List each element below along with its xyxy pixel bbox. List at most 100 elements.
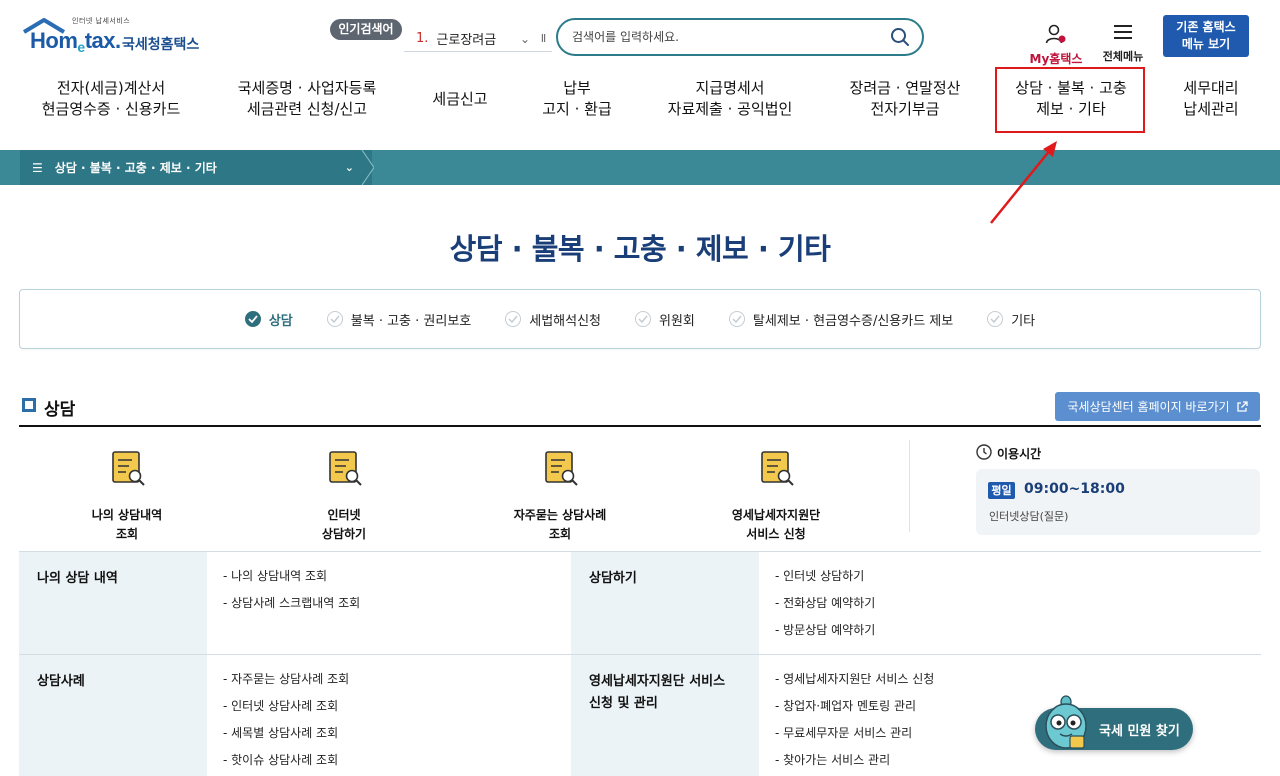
gnb-line2: 자료제출 · 공익법인 [667, 100, 793, 118]
check-circle-icon [635, 311, 652, 327]
gnb-certificate[interactable]: 국세증명 · 사업자등록 세금관련 신청/신고 [222, 78, 392, 134]
gnb-tax-agent[interactable]: 세무대리 납세관리 [1170, 78, 1252, 134]
tab-label: 불복 · 고충 · 권리보호 [350, 313, 472, 329]
clock-icon [976, 444, 992, 460]
section-divider [19, 425, 1261, 427]
link-faq-cases[interactable]: - 자주묻는 상담사례 조회 [223, 666, 571, 693]
link-visiting-service-manage[interactable]: - 찾아가는 서비스 관리 [775, 747, 1261, 774]
link-phone-reservation[interactable]: - 전화상담 예약하기 [775, 590, 1261, 617]
gnb-incentives[interactable]: 장려금 · 연말정산 전자기부금 [832, 78, 978, 134]
user-icon [1045, 24, 1066, 44]
section-title: 상담 [44, 400, 76, 420]
external-link-icon [1236, 400, 1248, 412]
gnb-statements[interactable]: 지급명세서 자료제출 · 공익법인 [655, 78, 805, 134]
hours-subtitle: 인터넷상담(질문) [989, 510, 1069, 523]
table-head-small-taxpayer: 영세납세자지원단 서비스 신청 및 관리 [571, 655, 759, 776]
quick-line1: 영세납세자지원단 [731, 508, 821, 522]
chevron-down-icon[interactable]: ⌄ [516, 32, 534, 46]
table-cell-cases: - 자주묻는 상담사례 조회 - 인터넷 상담사례 조회 - 세목별 상담사례 … [207, 655, 571, 776]
consult-center-link-label: 국세상담센터 홈페이지 바로가기 [1067, 400, 1230, 414]
link-tax-item-cases[interactable]: - 세목별 상담사례 조회 [223, 720, 571, 747]
search-input[interactable] [572, 30, 890, 44]
popular-search-word[interactable]: 근로장려금 [436, 29, 516, 48]
my-hometax-label: My홈택스 [1029, 52, 1083, 66]
check-circle-icon [326, 311, 343, 327]
document-search-icon [112, 451, 145, 486]
tab-label: 세법해석신청 [529, 313, 602, 329]
gnb-line2: 현금영수증 · 신용카드 [41, 100, 181, 118]
link-internet-cases[interactable]: - 인터넷 상담사례 조회 [223, 693, 571, 720]
highlight-box [995, 67, 1145, 133]
all-menu-button[interactable]: 전체메뉴 [1098, 24, 1148, 64]
hours-time: 09:00~18:00 [1024, 481, 1125, 497]
search-bar [556, 18, 924, 56]
my-hometax-button[interactable]: My홈택스 [1026, 24, 1086, 66]
gnb-tax-return[interactable]: 세금신고 [410, 89, 510, 145]
breadcrumb-label: 상담 · 불복 · 고충 · 제보 · 기타 [54, 161, 217, 175]
document-search-icon [545, 451, 578, 486]
link-internet-consult[interactable]: - 인터넷 상담하기 [775, 563, 1261, 590]
tab-label: 위원회 [659, 313, 695, 329]
category-tabs: 상담 불복 · 고충 · 권리보호 세법해석신청 위원회 탈세제보 · 현금영수… [19, 289, 1261, 349]
quick-line1: 나의 상담내역 [91, 508, 163, 522]
quick-line2: 서비스 신청 [746, 527, 806, 541]
quick-internet-consult[interactable]: 인터넷상담하기 [274, 446, 414, 544]
old-hometax-line1: 기존 홈택스 [1176, 20, 1236, 34]
gnb-payment[interactable]: 납부 고지 · 환급 [527, 78, 627, 134]
tab-label: 기타 [1011, 313, 1036, 329]
quick-line2: 상담하기 [321, 527, 367, 541]
gnb-line1: 세무대리 [1183, 79, 1239, 97]
quick-line1: 자주묻는 상담사례 [513, 508, 607, 522]
annotation-arrow-icon [990, 141, 1057, 224]
quick-line1: 인터넷 [327, 508, 361, 522]
gnb-line1: 장려금 · 연말정산 [849, 79, 961, 97]
page-title: 상담 · 불복 · 고충 · 제보 · 기타 [449, 232, 831, 266]
popular-rank-number: 1. [416, 31, 429, 46]
link-support-apply[interactable]: - 영세납세자지원단 서비스 신청 [775, 666, 1261, 693]
quick-faq-cases[interactable]: 자주묻는 상담사례조회 [490, 446, 630, 544]
consult-center-link-button[interactable]: 국세상담센터 홈페이지 바로가기 [1055, 392, 1260, 421]
tab-committee[interactable]: 위원회 [635, 310, 695, 329]
breadcrumb-divider-icon [360, 150, 374, 185]
gnb-line2: 전자기부금 [870, 100, 940, 118]
search-icon[interactable] [890, 27, 910, 47]
mascot-icon[interactable] [1040, 694, 1096, 752]
table-head-cases: 상담사례 [19, 655, 207, 776]
table-head-consult: 상담하기 [571, 552, 759, 654]
breadcrumb[interactable]: ☰ 상담 · 불복 · 고충 · 제보 · 기타 ⌄ [20, 150, 372, 185]
quick-my-consult-history[interactable]: 나의 상담내역 조회 [57, 446, 197, 544]
tab-tax-interpretation[interactable]: 세법해석신청 [505, 310, 601, 329]
vertical-divider [909, 440, 910, 532]
quick-line2: 조회 [548, 527, 572, 541]
tab-consultation[interactable]: 상담 [244, 310, 293, 329]
gnb-line1: 전자(세금)계산서 [56, 79, 166, 97]
link-hot-issue-cases[interactable]: - 핫이슈 상담사례 조회 [223, 747, 571, 774]
link-scrap-history[interactable]: - 상담사례 스크랩내역 조회 [223, 590, 571, 617]
document-search-icon [761, 451, 794, 486]
old-hometax-button[interactable]: 기존 홈택스 메뉴 보기 [1163, 15, 1249, 57]
tab-etc[interactable]: 기타 [987, 310, 1035, 329]
hamburger-icon [1114, 25, 1132, 39]
chatbot-label: 국세 민원 찾기 [1099, 723, 1180, 739]
logo-korean: 국세청홈택스 [122, 37, 200, 53]
menu-icon: ☰ [32, 160, 43, 175]
table-head-my-consult: 나의 상담 내역 [19, 552, 207, 654]
table-head-line1: 영세납세자지원단 서비스 [589, 674, 726, 689]
tab-tax-evasion-report[interactable]: 탈세제보 · 현금영수증/신용카드 제보 [728, 310, 953, 329]
check-circle-icon [505, 311, 522, 327]
gnb-e-invoice[interactable]: 전자(세금)계산서 현금영수증 · 신용카드 [30, 78, 192, 134]
section-square-icon [22, 398, 36, 412]
check-circle-icon [987, 311, 1004, 327]
link-visit-reservation[interactable]: - 방문상담 예약하기 [775, 617, 1261, 644]
hometax-logo[interactable]: 인터넷 납세서비스 Hometax. 국세청홈택스 [22, 16, 212, 60]
link-my-consult-history[interactable]: - 나의 상담내역 조회 [223, 563, 571, 590]
quick-small-taxpayer-support[interactable]: 영세납세자지원단서비스 신청 [706, 446, 846, 544]
chevron-down-icon: ⌄ [344, 161, 354, 174]
check-circle-icon [728, 311, 745, 327]
hours-box [976, 469, 1260, 535]
tab-appeal[interactable]: 불복 · 고충 · 권리보호 [326, 310, 472, 329]
weekday-badge: 평일 [988, 482, 1015, 499]
pause-icon[interactable]: II [534, 32, 552, 45]
gnb-line1: 지급명세서 [695, 79, 765, 97]
popular-search-ticker[interactable]: 1. 근로장려금 ⌄ II [404, 26, 552, 52]
